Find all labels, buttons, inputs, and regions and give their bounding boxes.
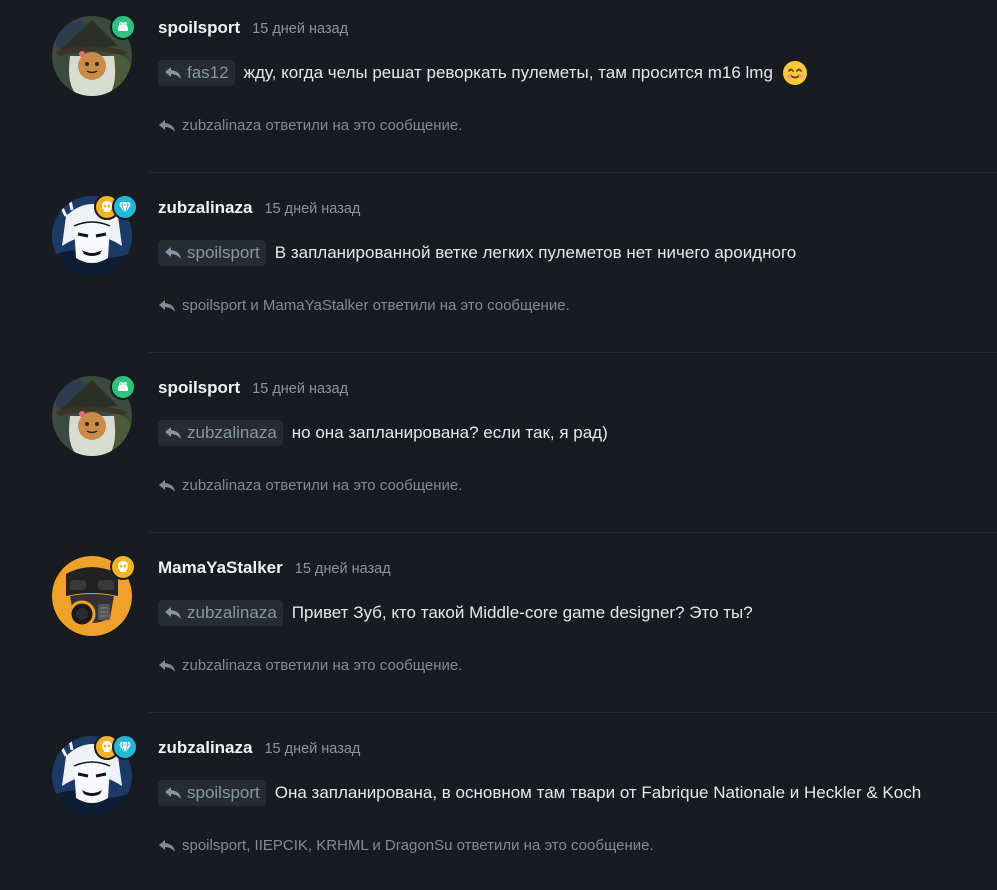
timestamp: 15 дней назад (264, 201, 361, 217)
reply-arrow-icon (159, 299, 175, 312)
reply-mention[interactable]: spoilsport (158, 780, 266, 806)
frog-badge-icon (110, 14, 136, 40)
message-header: zubzalinaza 15 дней назад (158, 738, 360, 758)
timestamp: 15 дней назад (252, 381, 349, 397)
diamond-badge-icon (112, 194, 138, 220)
message-text: Она запланирована, в основном там твари … (274, 783, 922, 802)
replies-text: zubzalinaza ответили на это сообщение. (182, 477, 463, 494)
message: zubzalinaza 15 дней назад spoilsport Она… (0, 720, 997, 890)
replies-summary[interactable]: zubzalinaza ответили на это сообщение. (158, 657, 462, 674)
reply-mention[interactable]: fas12 (158, 60, 235, 86)
message-text: Привет Зуб, кто такой Middle-core game d… (291, 603, 753, 622)
message-body: fas12 жду, когда челы решат реворкать пу… (158, 60, 808, 86)
author-name[interactable]: MamaYaStalker (158, 558, 283, 578)
reply-arrow-icon (165, 67, 181, 79)
reply-arrow-icon (159, 659, 175, 672)
author-name[interactable]: spoilsport (158, 18, 240, 38)
message-header: MamaYaStalker 15 дней назад (158, 558, 391, 578)
reply-mention[interactable]: zubzalinaza (158, 420, 283, 446)
replies-summary[interactable]: spoilsport, IIEPCIK, KRHML и DragonSu от… (158, 837, 654, 854)
message-body: zubzalinaza но она запланирована? если т… (158, 420, 608, 446)
divider (148, 532, 997, 533)
avatar-wrap (52, 374, 136, 456)
message-text: В запланированной ветке легких пулеметов… (274, 243, 797, 262)
message: MamaYaStalker 15 дней назад zubzalinaza … (0, 540, 997, 720)
replies-text: spoilsport, IIEPCIK, KRHML и DragonSu от… (182, 837, 654, 854)
comment-feed: spoilsport 15 дней назад fas12 жду, когд… (0, 0, 997, 890)
skull-badge-icon (110, 554, 136, 580)
message-body: spoilsport Она запланирована, в основном… (158, 780, 921, 806)
reply-arrow-icon (165, 607, 181, 619)
reply-arrow-icon (165, 427, 181, 439)
message-body: zubzalinaza Привет Зуб, кто такой Middle… (158, 600, 753, 626)
message-header: spoilsport 15 дней назад (158, 378, 348, 398)
reply-arrow-icon (159, 839, 175, 852)
author-name[interactable]: zubzalinaza (158, 198, 252, 218)
author-name[interactable]: spoilsport (158, 378, 240, 398)
avatar-wrap (52, 14, 136, 96)
timestamp: 15 дней назад (264, 741, 361, 757)
mention-username: spoilsport (187, 783, 260, 802)
avatar-wrap (52, 554, 136, 636)
mention-username: fas12 (187, 63, 229, 82)
mention-username: zubzalinaza (187, 423, 277, 442)
replies-text: zubzalinaza ответили на это сообщение. (182, 117, 463, 134)
frog-badge-icon (110, 374, 136, 400)
message: spoilsport 15 дней назад fas12 жду, когд… (0, 0, 997, 180)
mention-username: spoilsport (187, 243, 260, 262)
message-text: жду, когда челы решат реворкать пулеметы… (243, 63, 773, 82)
reply-arrow-icon (159, 479, 175, 492)
message-header: zubzalinaza 15 дней назад (158, 198, 360, 218)
diamond-badge-icon (112, 734, 138, 760)
replies-summary[interactable]: zubzalinaza ответили на это сообщение. (158, 117, 462, 134)
divider (148, 172, 997, 173)
replies-summary[interactable]: spoilsport и MamaYaStalker ответили на э… (158, 297, 570, 314)
reply-arrow-icon (165, 787, 181, 799)
reply-arrow-icon (165, 247, 181, 259)
mention-username: zubzalinaza (187, 603, 277, 622)
replies-text: spoilsport и MamaYaStalker ответили на э… (182, 297, 570, 314)
message: zubzalinaza 15 дней назад spoilsport В з… (0, 180, 997, 360)
replies-summary[interactable]: zubzalinaza ответили на это сообщение. (158, 477, 462, 494)
reply-mention[interactable]: spoilsport (158, 240, 266, 266)
timestamp: 15 дней назад (294, 561, 391, 577)
avatar-wrap (52, 194, 138, 276)
avatar-wrap (52, 734, 138, 816)
replies-text: zubzalinaza ответили на это сообщение. (182, 657, 463, 674)
message-body: spoilsport В запланированной ветке легки… (158, 240, 796, 266)
timestamp: 15 дней назад (252, 21, 349, 37)
divider (148, 352, 997, 353)
divider (148, 712, 997, 713)
reply-mention[interactable]: zubzalinaza (158, 600, 283, 626)
message-header: spoilsport 15 дней назад (158, 18, 348, 38)
author-name[interactable]: zubzalinaza (158, 738, 252, 758)
smiling-face-emoji (782, 61, 807, 85)
reply-arrow-icon (159, 119, 175, 132)
message: spoilsport 15 дней назад zubzalinaza но … (0, 360, 997, 540)
message-text: но она запланирована? если так, я рад) (291, 423, 608, 442)
